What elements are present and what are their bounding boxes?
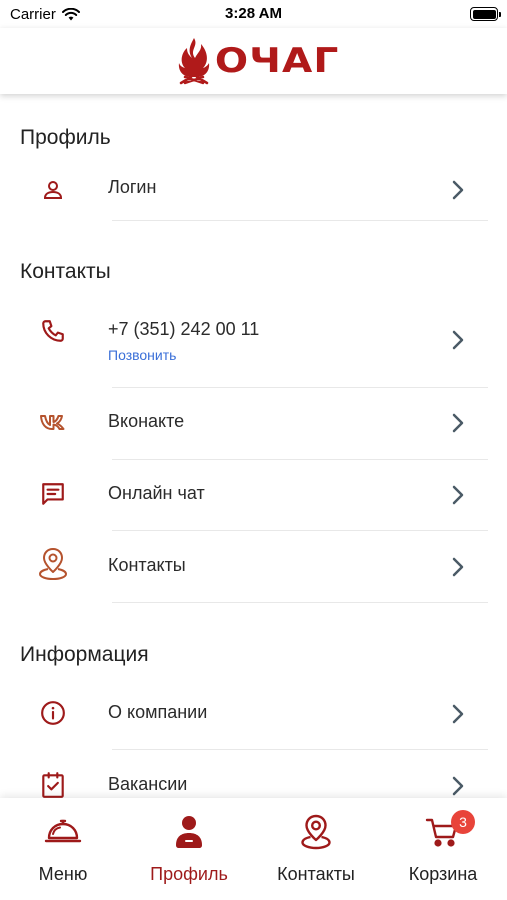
chevron-right-icon <box>448 483 468 507</box>
row-online-chat[interactable]: Онлайн чат <box>0 469 507 521</box>
tab-cart-label: Корзина <box>408 864 478 884</box>
chevron-right-icon <box>448 702 468 726</box>
row-about[interactable]: О компании <box>0 688 507 740</box>
vk-icon <box>38 407 68 437</box>
tab-cart[interactable]: 3 Корзина <box>380 798 506 900</box>
chevron-right-icon <box>448 774 468 798</box>
divider <box>112 602 488 603</box>
cart-icon-wrap: 3 <box>425 810 475 848</box>
map-pin-icon <box>253 812 379 852</box>
battery-icon <box>470 7 501 21</box>
row-online-chat-label: Онлайн чат <box>108 483 205 503</box>
section-title-info: Информация <box>20 643 149 666</box>
clipboard-check-icon <box>38 770 68 798</box>
cloche-icon <box>0 812 126 852</box>
status-bar: Carrier 3:28 AM <box>0 0 507 28</box>
row-vk-label: Вконакте <box>108 411 185 431</box>
wifi-icon <box>61 8 80 21</box>
row-vk[interactable]: Вконакте <box>0 397 507 449</box>
tab-bar: Меню Профиль Контакты 3 Корзина <box>0 798 507 900</box>
divider <box>112 387 488 388</box>
tab-menu[interactable]: Меню <box>0 798 126 900</box>
carrier-label: Carrier <box>10 6 56 23</box>
profile-screen: Профиль Логин Контакты +7 (351) 242 00 1… <box>0 94 507 798</box>
app-header: ОЧАГ <box>0 28 507 94</box>
row-contacts[interactable]: Контакты <box>0 541 507 593</box>
logo: ОЧАГ <box>175 36 339 86</box>
section-title-profile: Профиль <box>20 126 111 149</box>
row-phone[interactable]: +7 (351) 242 00 11 Позвонить <box>0 306 507 376</box>
call-link[interactable]: Позвонить <box>108 347 176 363</box>
chevron-right-icon <box>448 555 468 579</box>
divider <box>112 530 488 531</box>
chevron-right-icon <box>448 411 468 435</box>
phone-icon <box>38 316 68 346</box>
row-vacancies[interactable]: Вакансии <box>0 760 507 798</box>
tab-contacts[interactable]: Контакты <box>253 798 379 900</box>
row-login-label: Логин <box>108 177 157 197</box>
chat-icon <box>38 479 68 509</box>
profile-icon <box>126 812 252 852</box>
logo-text: ОЧАГ <box>215 41 340 81</box>
carrier: Carrier <box>10 6 80 23</box>
info-icon <box>38 698 68 728</box>
chevron-right-icon <box>448 178 468 202</box>
row-about-label: О компании <box>108 702 208 722</box>
tab-menu-label: Меню <box>38 864 88 884</box>
row-phone-label: +7 (351) 242 00 11 <box>108 319 260 339</box>
tab-profile-label: Профиль <box>150 864 228 884</box>
tab-profile[interactable]: Профиль <box>126 798 252 900</box>
chevron-right-icon <box>448 328 468 352</box>
cart-badge: 3 <box>451 810 475 834</box>
user-icon <box>38 175 68 205</box>
divider <box>112 749 488 750</box>
location-pin-icon <box>38 548 68 580</box>
section-title-contacts: Контакты <box>20 260 111 283</box>
row-contacts-label: Контакты <box>108 555 186 575</box>
divider <box>112 220 488 221</box>
divider <box>112 459 488 460</box>
row-login[interactable]: Логин <box>0 164 507 216</box>
flame-icon <box>179 38 210 85</box>
tab-contacts-label: Контакты <box>277 864 355 884</box>
row-vacancies-label: Вакансии <box>108 774 188 794</box>
